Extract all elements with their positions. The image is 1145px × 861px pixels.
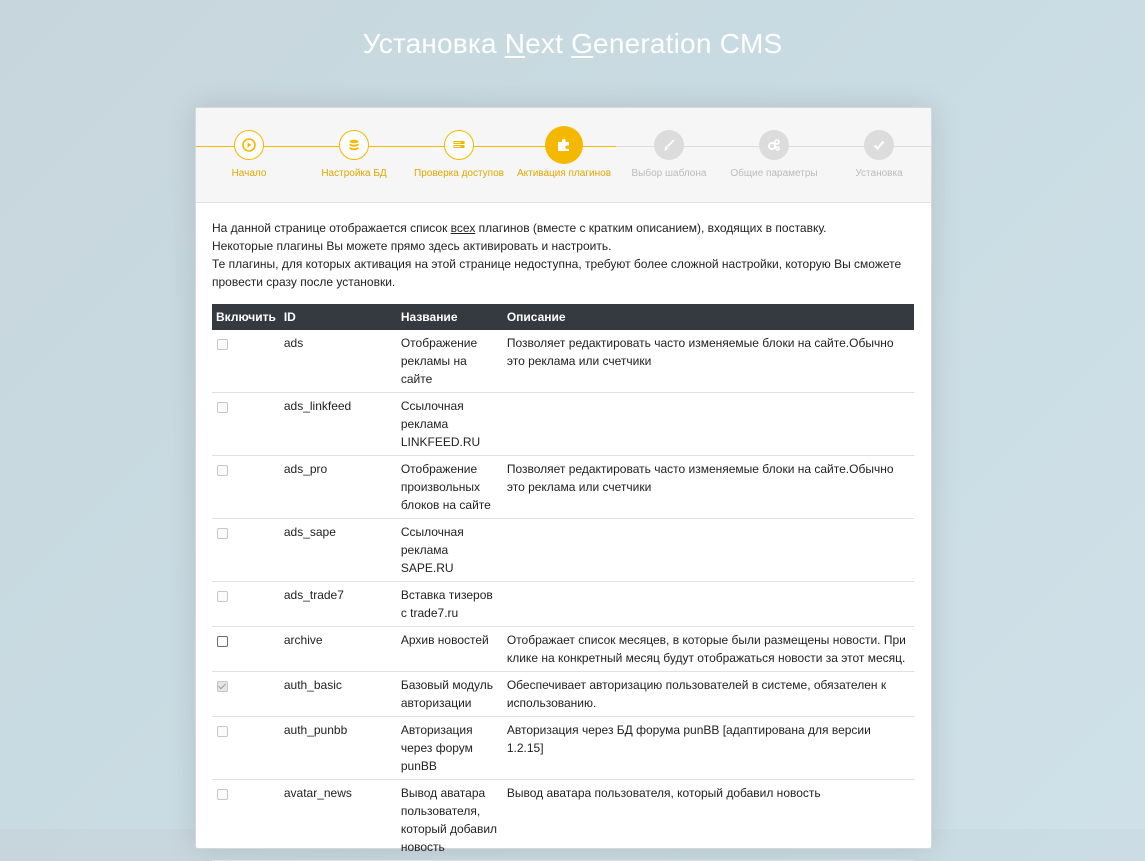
enable-cell [212, 779, 280, 861]
enable-checkbox-archive[interactable] [217, 636, 228, 647]
enable-checkbox-ads_trade7 [217, 591, 228, 602]
wizard-steps: Начало Настройка БД Проверка доступов Ак… [196, 108, 931, 203]
plugin-description: Обеспечивает авторизацию пользователей в… [502, 671, 914, 717]
plugin-id: avatar_news [279, 779, 397, 861]
plugin-id: ads_pro [279, 455, 397, 519]
plugin-name: Авторизация через форум punBB [396, 716, 503, 780]
enable-cell [212, 626, 280, 672]
plugin-id: ads_linkfeed [279, 392, 397, 456]
intro-line-1: На данной странице отображается список в… [212, 221, 827, 235]
step-general-params: Общие параметры [719, 130, 829, 179]
col-enable: Включить [212, 304, 280, 330]
table-row: ads_trade7 Вставка тизеров с trade7.ru [212, 581, 914, 627]
step-plugin-activation: Активация плагинов [509, 126, 619, 179]
col-id: ID [279, 304, 397, 330]
enable-checkbox-ads_linkfeed [217, 402, 228, 413]
gears-icon [759, 130, 789, 160]
step-start: Начало [194, 130, 304, 179]
plugin-id: ads_trade7 [279, 581, 397, 627]
plugin-id: ads [279, 330, 397, 393]
plugin-description: Позволяет редактировать часто изменяемые… [502, 455, 914, 519]
puzzle-icon [545, 126, 583, 164]
intro-text: На данной странице отображается список в… [212, 219, 915, 291]
table-body: ads Отображение рекламы на сайте Позволяет… [212, 330, 914, 861]
intro-line-3: Те плагины, для которых активация на это… [212, 257, 902, 289]
enable-checkbox-avatar_news [217, 789, 228, 800]
intro-line-2: Некоторые плагины Вы можете прямо здесь … [212, 239, 612, 253]
plugin-name: Базовый модуль авторизации [396, 671, 503, 717]
table-header-row: Включить ID Название Описание [212, 304, 914, 330]
install-panel: Начало Настройка БД Проверка доступов Ак… [195, 107, 932, 861]
plugin-name: Ссылочная реклама SAPE.RU [396, 518, 503, 582]
table-row: ads Отображение рекламы на сайте Позволяет… [212, 330, 914, 393]
step-install: Установка [824, 130, 934, 179]
enable-cell [212, 392, 280, 456]
step-db-setup: Настройка БД [299, 130, 409, 179]
plugin-description [502, 518, 914, 582]
plugin-name: Отображение рекламы на сайте [396, 330, 503, 393]
page-title: Установка Next Generation CMS [362, 28, 783, 59]
plugin-name: Вывод аватара пользователя, который доба… [396, 779, 503, 861]
col-desc: Описание [502, 304, 914, 330]
brush-icon [654, 130, 684, 160]
plugin-name: Архив новостей [396, 626, 503, 672]
plugin-description [502, 392, 914, 456]
database-icon [339, 130, 369, 160]
enable-cell [212, 671, 280, 717]
enable-cell [212, 581, 280, 627]
plugin-description: Позволяет редактировать часто изменяемые… [502, 330, 914, 393]
enable-checkbox-ads [217, 339, 228, 350]
enable-checkbox-ads_sape [217, 528, 228, 539]
table-row: ads_pro Отображение произвольных блоков н… [212, 455, 914, 519]
plugin-name: Отображение произвольных блоков на сайте [396, 455, 503, 519]
plugin-id: ads_sape [279, 518, 397, 582]
plugin-name: Вставка тизеров с trade7.ru [396, 581, 503, 627]
step-access-check: Проверка доступов [404, 130, 514, 179]
plugin-description: Вывод аватара пользователя, который доба… [502, 779, 914, 861]
plugins-table: Включить ID Название Описание ads Отображ… [212, 304, 914, 861]
enable-cell [212, 716, 280, 780]
content-area: На данной странице отображается список в… [196, 203, 931, 861]
server-icon [444, 130, 474, 160]
enable-checkbox-auth_basic [217, 681, 228, 692]
col-name: Название [396, 304, 503, 330]
table-row: auth_punbb Авторизация через форум punBB А… [212, 716, 914, 780]
enable-cell [212, 330, 280, 393]
plugin-description: Авторизация через БД форума punBB [адапт… [502, 716, 914, 780]
table-row: avatar_news Вывод аватара пользователя, к… [212, 779, 914, 861]
play-icon [234, 130, 264, 160]
table-row: ads_linkfeed Ссылочная реклама LINKFEED.R… [212, 392, 914, 456]
enable-checkbox-ads_pro [217, 465, 228, 476]
step-template-choice: Выбор шаблона [614, 130, 724, 179]
plugin-name: Ссылочная реклама LINKFEED.RU [396, 392, 503, 456]
table-row: auth_basic Базовый модуль авторизации Обес… [212, 671, 914, 717]
table-row: ads_sape Ссылочная реклама SAPE.RU [212, 518, 914, 582]
plugin-id: archive [279, 626, 397, 672]
plugin-description: Отображает список месяцев, в которые был… [502, 626, 914, 672]
check-icon [864, 130, 894, 160]
enable-cell [212, 518, 280, 582]
plugin-id: auth_punbb [279, 716, 397, 780]
table-row: archive Архив новостей Отображает список м… [212, 626, 914, 672]
plugin-description [502, 581, 914, 627]
enable-cell [212, 455, 280, 519]
enable-checkbox-auth_punbb [217, 726, 228, 737]
plugin-id: auth_basic [279, 671, 397, 717]
